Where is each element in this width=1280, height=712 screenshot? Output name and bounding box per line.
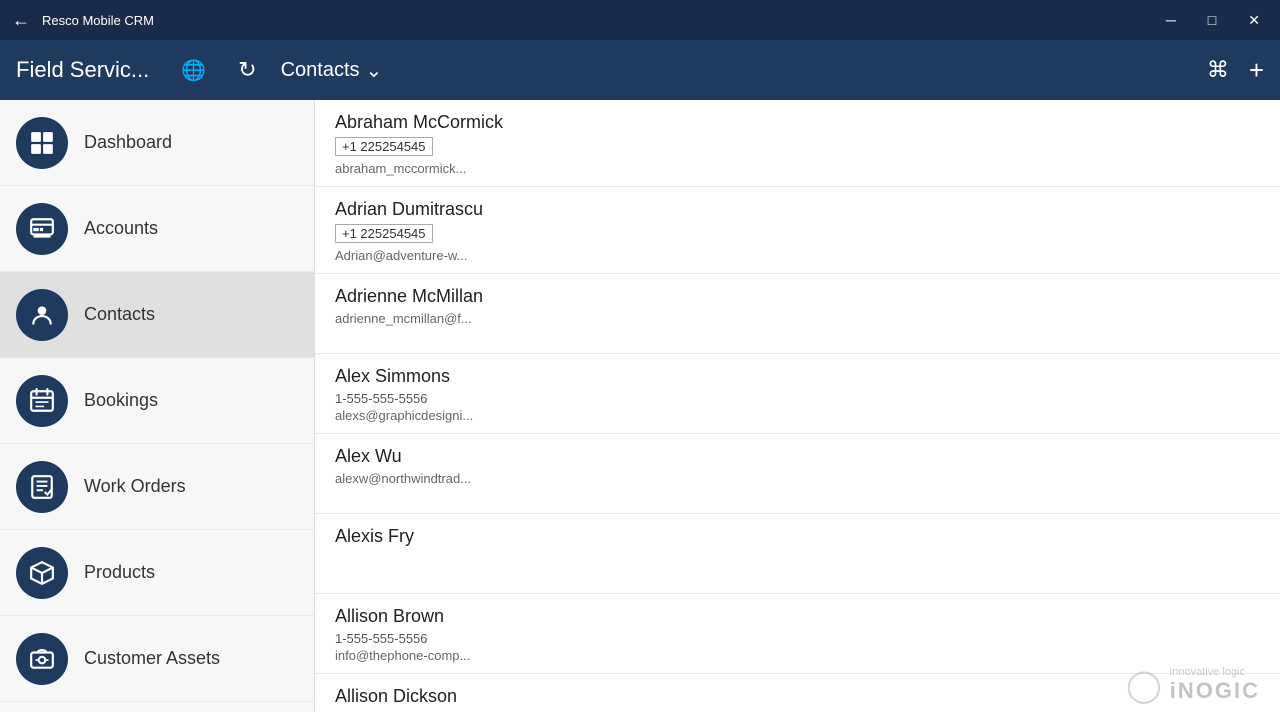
contact-name: Adrian Dumitrascu (335, 199, 1260, 220)
contact-email: abraham_mccormick... (335, 161, 1260, 176)
sidebar-item-contacts[interactable]: Contacts (0, 272, 314, 358)
watermark-sub: innovative logic (1170, 666, 1260, 678)
sidebar-item-products[interactable]: Products (0, 530, 314, 616)
customer-assets-icon (29, 646, 55, 672)
customer-assets-icon-circle (16, 633, 68, 685)
main-layout: Dashboard Accounts (0, 100, 1280, 712)
sidebar-item-bookings-label: Bookings (84, 390, 158, 411)
contact-email: alexs@graphicdesigni... (335, 408, 1260, 423)
sidebar-item-work-orders-label: Work Orders (84, 476, 186, 497)
sidebar-item-contacts-label: Contacts (84, 304, 155, 325)
refresh-icon[interactable]: ↻ (230, 53, 264, 87)
contact-phone[interactable]: +1 225254545 (335, 224, 433, 243)
bookings-icon-circle (16, 375, 68, 427)
watermark-main: iNOGIC (1170, 678, 1260, 704)
sidebar-item-accounts[interactable]: Accounts (0, 186, 314, 272)
contact-item[interactable]: Abraham McCormick +1 225254545 abraham_mcc… (315, 100, 1280, 187)
contacts-icon-circle (16, 289, 68, 341)
sidebar-item-products-label: Products (84, 562, 155, 583)
nav-right-actions: ⌘ + (1207, 55, 1264, 86)
accounts-icon (29, 216, 55, 242)
contact-item[interactable]: Alex Wu alexw@northwindtrad... (315, 434, 1280, 514)
sidebar-item-work-orders[interactable]: Work Orders (0, 444, 314, 530)
dashboard-icon (29, 130, 55, 156)
contact-name: Alexis Fry (335, 526, 1260, 547)
contact-email: info@thephone-comp... (335, 648, 1260, 663)
products-icon (29, 560, 55, 586)
contact-name: Alex Wu (335, 446, 1260, 467)
contact-name: Abraham McCormick (335, 112, 1260, 133)
sidebar-item-accounts-label: Accounts (84, 218, 158, 239)
contact-email: alexw@northwindtrad... (335, 471, 1260, 486)
accounts-icon-circle (16, 203, 68, 255)
contact-item[interactable]: Allison Brown 1-555-555-5556 info@thephone… (315, 594, 1280, 674)
sidebar: Dashboard Accounts (0, 100, 315, 712)
dashboard-icon-circle (16, 117, 68, 169)
back-button[interactable]: ← (12, 10, 30, 31)
contacts-label: Contacts (281, 59, 360, 82)
contact-item[interactable]: Adrienne McMillan adrienne_mcmillan@f... (315, 274, 1280, 354)
contact-item[interactable]: Adrian Dumitrascu +1 225254545 Adrian@adve… (315, 187, 1280, 274)
close-button[interactable]: ✕ (1240, 8, 1268, 33)
add-icon[interactable]: + (1249, 55, 1264, 86)
contact-phone[interactable]: +1 225254545 (335, 137, 433, 156)
work-orders-icon-circle (16, 461, 68, 513)
contact-name: Allison Dickson (335, 686, 1260, 707)
contact-list: Abraham McCormick +1 225254545 abraham_mcc… (315, 100, 1280, 712)
maximize-button[interactable]: □ (1200, 8, 1224, 32)
work-orders-icon (29, 474, 55, 500)
title-bar: ← Resco Mobile CRM ─ □ ✕ (0, 0, 1280, 40)
contacts-dropdown-button[interactable]: Contacts ⌄ (281, 58, 383, 83)
globe-icon[interactable]: 🌐 (173, 54, 214, 87)
contact-name: Adrienne McMillan (335, 286, 1260, 307)
app-section-title: Field Servic... (16, 57, 149, 83)
contact-name: Alex Simmons (335, 366, 1260, 387)
sidebar-item-customer-assets-label: Customer Assets (84, 648, 220, 669)
sidebar-item-dashboard[interactable]: Dashboard (0, 100, 314, 186)
chevron-down-icon: ⌄ (366, 58, 383, 83)
location-icon[interactable]: ⌘ (1207, 57, 1229, 83)
contact-name: Allison Brown (335, 606, 1260, 627)
contact-item[interactable]: Alexis Fry (315, 514, 1280, 594)
contact-phone: 1-555-555-5556 (335, 391, 1260, 406)
sidebar-item-bookings[interactable]: Bookings (0, 358, 314, 444)
contacts-icon (29, 302, 55, 328)
sidebar-item-dashboard-label: Dashboard (84, 132, 172, 153)
contact-email: adrienne_mcmillan@f... (335, 311, 1260, 326)
contact-item[interactable]: Alex Simmons 1-555-555-5556 alexs@graphicd… (315, 354, 1280, 434)
app-title: Resco Mobile CRM (42, 13, 1146, 28)
nav-bar: Field Servic... 🌐 ↻ Contacts ⌄ ⌘ + (0, 40, 1280, 100)
products-icon-circle (16, 547, 68, 599)
contact-phone: 1-555-555-5556 (335, 631, 1260, 646)
bookings-icon (29, 388, 55, 414)
minimize-button[interactable]: ─ (1158, 8, 1184, 32)
contact-email: Adrian@adventure-w... (335, 248, 1260, 263)
window-controls: ─ □ ✕ (1158, 8, 1268, 33)
sidebar-item-customer-assets[interactable]: Customer Assets (0, 616, 314, 702)
watermark: ◯ innovative logic iNOGIC (1126, 666, 1260, 704)
